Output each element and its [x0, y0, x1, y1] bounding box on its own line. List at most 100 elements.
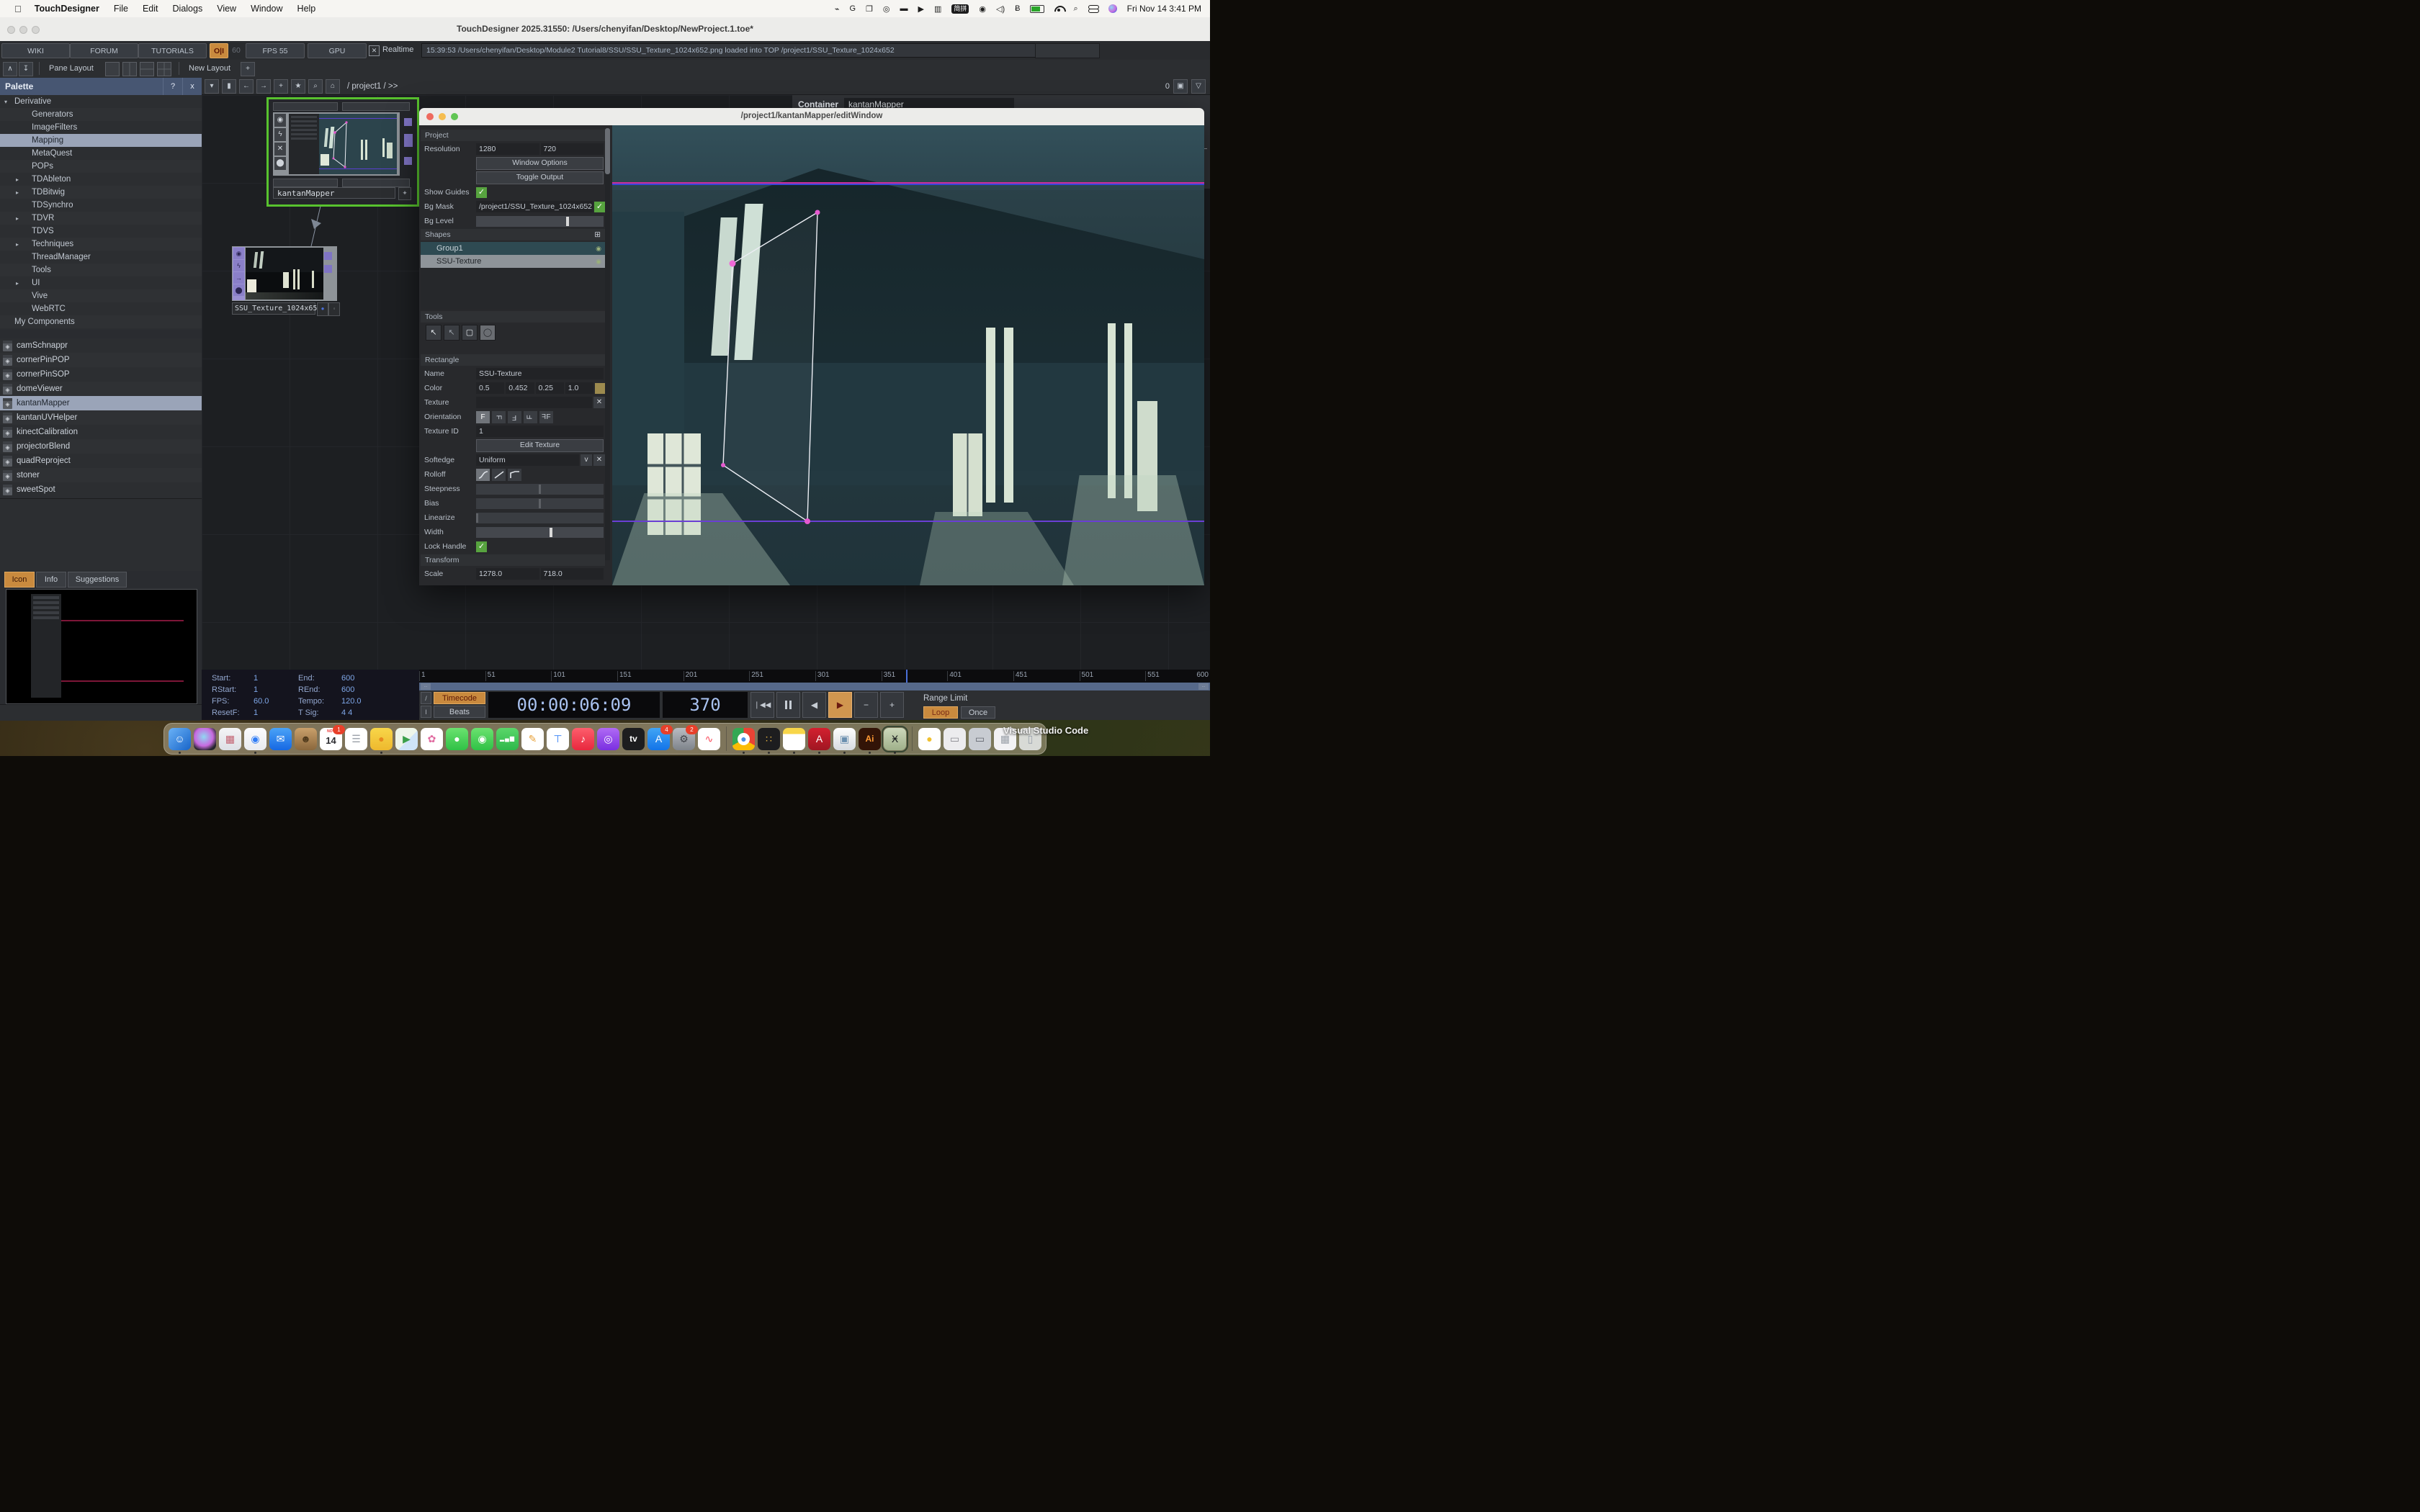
- orientation-button-mirror[interactable]: FF: [539, 411, 553, 423]
- color-swatch[interactable]: [595, 383, 605, 394]
- range-handle-right[interactable]: ...: [1198, 683, 1209, 690]
- visibility-eye-icon[interactable]: ◉: [596, 245, 605, 253]
- layout-quad-icon[interactable]: [157, 62, 171, 76]
- dock-app-store-icon[interactable]: A4: [647, 728, 670, 750]
- pane-solid-icon[interactable]: ▮: [222, 79, 236, 94]
- rolloff-scurve-icon[interactable]: [476, 469, 490, 481]
- plugin-icon[interactable]: ⌁: [835, 4, 840, 14]
- node-flag[interactable]: [273, 179, 338, 187]
- collapse-icon[interactable]: ∧: [3, 62, 17, 76]
- dock-minimized-window-1-icon[interactable]: ▭: [944, 728, 966, 750]
- orientation-button-270[interactable]: F: [524, 411, 537, 423]
- spotlight-icon[interactable]: ⌕: [1073, 4, 1077, 14]
- palette-tree-item-tdbitwig[interactable]: ▸TDBitwig: [0, 186, 202, 199]
- palette-tree-item-metaquest[interactable]: MetaQuest: [0, 147, 202, 160]
- palette-tree-item-tools[interactable]: Tools: [0, 264, 202, 276]
- dock-siri-icon[interactable]: [194, 728, 216, 750]
- tab-info[interactable]: Info: [36, 572, 66, 588]
- range-handle-left[interactable]: ...: [421, 683, 431, 690]
- lock-icon[interactable]: ⬤: [274, 157, 286, 170]
- bed-icon[interactable]: ▬: [900, 4, 908, 13]
- layout-vsplit-icon[interactable]: [122, 62, 137, 76]
- node-flag[interactable]: [273, 102, 338, 111]
- add-icon[interactable]: +: [274, 79, 288, 94]
- gpu-button[interactable]: GPU: [308, 43, 367, 58]
- param-checkbox[interactable]: ✓: [476, 187, 487, 198]
- palette-tree-item-webrtc[interactable]: WebRTC: [0, 302, 202, 315]
- timeline-range-bar[interactable]: ... ...: [419, 683, 1210, 690]
- independent-mode-button[interactable]: I: [421, 706, 431, 718]
- chevron-right-icon[interactable]: ▸: [16, 189, 19, 196]
- param-slider[interactable]: [476, 216, 604, 227]
- dock-photos-icon[interactable]: ✿: [421, 728, 443, 750]
- display-icon[interactable]: ❐: [866, 4, 873, 14]
- orientation-button-180[interactable]: F: [508, 411, 521, 423]
- quad-point-top[interactable]: [815, 210, 820, 215]
- param-slider[interactable]: [476, 484, 604, 495]
- param-value-field[interactable]: 1278.0: [476, 568, 539, 580]
- lock-icon[interactable]: ⬤: [233, 284, 244, 296]
- window-titlebar[interactable]: TouchDesigner 2025.31550: /Users/chenyif…: [0, 17, 1210, 42]
- freeform-tool-icon[interactable]: ◯: [480, 325, 496, 341]
- wifi-icon[interactable]: [1054, 6, 1063, 12]
- param-value-field[interactable]: 1280: [476, 143, 539, 155]
- node-connector[interactable]: [324, 265, 332, 273]
- dock-apple-tv-icon[interactable]: tv: [622, 728, 645, 750]
- dock-messages-icon[interactable]: ●: [446, 728, 468, 750]
- beats-mode-button[interactable]: Beats: [434, 706, 485, 718]
- menubar-clock[interactable]: Fri Nov 14 3:41 PM: [1127, 4, 1201, 14]
- volume-icon[interactable]: ◁): [996, 4, 1005, 14]
- palette-component-kinectcalibration[interactable]: ◈kinectCalibration: [0, 425, 202, 439]
- clear-icon[interactable]: ✕: [593, 454, 605, 466]
- slider-handle[interactable]: [539, 485, 541, 494]
- palette-help-button[interactable]: ?: [163, 78, 182, 95]
- select-cursor-icon[interactable]: ↖: [426, 325, 442, 341]
- control-center-icon[interactable]: [1088, 5, 1098, 12]
- param-value-field[interactable]: 0.5: [476, 382, 504, 394]
- bypass-icon[interactable]: ✕: [274, 143, 286, 156]
- pane-type-dropdown-icon[interactable]: ▾: [205, 79, 219, 94]
- step-back-button[interactable]: −: [854, 692, 878, 718]
- export-icon[interactable]: ↧: [19, 62, 33, 76]
- palette-component-domeviewer[interactable]: ◈domeViewer: [0, 382, 202, 396]
- apple-menu[interactable]: : [9, 4, 27, 14]
- shape-item-ssu-texture[interactable]: SSU-Texture◉: [421, 255, 605, 268]
- dock-duck-document-icon[interactable]: ●: [918, 728, 941, 750]
- scrollbar[interactable]: [605, 128, 610, 560]
- palette-component-kantanmapper[interactable]: ◈kantanMapper: [0, 396, 202, 410]
- play-circle-icon[interactable]: ▶: [918, 4, 923, 14]
- toolbar-extra-button[interactable]: [1035, 43, 1100, 58]
- quad-point-left[interactable]: [730, 261, 736, 267]
- loop-button[interactable]: Loop: [923, 706, 958, 719]
- step-forward-button[interactable]: +: [880, 692, 904, 718]
- menu-edit[interactable]: Edit: [135, 4, 166, 14]
- folder-add-icon[interactable]: ⊞: [594, 229, 601, 240]
- creative-cloud-icon[interactable]: ◎: [883, 4, 890, 14]
- dock-safari-icon[interactable]: ◉: [244, 728, 266, 750]
- battery-icon[interactable]: [1030, 5, 1044, 13]
- cook-flag-icon[interactable]: ϟ: [274, 128, 286, 141]
- tutorials-button[interactable]: TUTORIALS: [138, 43, 207, 58]
- palette-tree-item-tdvs[interactable]: TDVS: [0, 225, 202, 238]
- dock-facetime-icon[interactable]: ◉: [471, 728, 493, 750]
- dock-launchpad-icon[interactable]: ▦: [219, 728, 241, 750]
- palette-component-projectorblend[interactable]: ◈projectorBlend: [0, 439, 202, 454]
- rolloff-step-icon[interactable]: [508, 469, 521, 481]
- palette-component-cornerpinsop[interactable]: ◈cornerPinSOP: [0, 367, 202, 382]
- forum-button[interactable]: FORUM: [70, 43, 138, 58]
- chevron-right-icon[interactable]: ▸: [16, 280, 19, 287]
- node-add-icon[interactable]: ✦: [398, 187, 411, 200]
- oi-indicator[interactable]: O|I: [210, 43, 228, 58]
- dock-waveform-app-icon[interactable]: ∿: [698, 728, 720, 750]
- chevron-right-icon[interactable]: ▸: [16, 241, 19, 248]
- node-connector[interactable]: [324, 252, 332, 260]
- chevron-down-icon[interactable]: ▾: [4, 99, 7, 105]
- param-value-field[interactable]: 1: [476, 426, 604, 437]
- palette-close-button[interactable]: x: [182, 78, 202, 95]
- absolute-mode-button[interactable]: /: [421, 692, 431, 704]
- node-info-box[interactable]: ◦: [328, 302, 340, 316]
- rectangle-tool-icon[interactable]: ▢: [462, 325, 478, 341]
- param-button-edit-texture[interactable]: Edit Texture: [476, 439, 604, 452]
- play-reverse-button[interactable]: ◀: [802, 692, 826, 718]
- rolloff-linear-icon[interactable]: [492, 469, 506, 481]
